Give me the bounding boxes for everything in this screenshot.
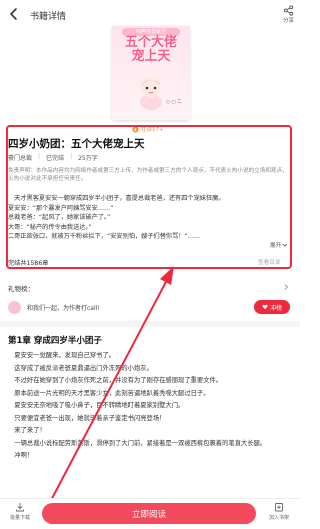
- synopsis-line: 二哥正欲张口，就被万千粉丝拦下，“安安别怕，嫂子们替你骂！”……: [8, 233, 201, 240]
- gift-ranking-label[interactable]: 礼物榜：: [8, 283, 34, 293]
- share-icon: [283, 5, 294, 16]
- synopsis-line: 总裁老爸：“起风了，她家该破产了。”: [8, 214, 111, 221]
- book-meta: 豪门总裁 | 已完结 | 25万字: [8, 153, 98, 162]
- synopsis-line: 大哥：“秘产的传令由我送达。”: [8, 223, 92, 231]
- rank-boost-button[interactable]: 冲榜: [254, 300, 290, 314]
- book-synopsis[interactable]: 天才黑客夏安安一朝穿成四岁半小团子，喜提总裁老爸，还有四个宠妹狂魔。 夏安安：“…: [8, 194, 292, 242]
- chapter-paragraph: 夏安安无奈地吸了吸小鼻子，目不转睛地盯着夏家别墅大门。: [8, 402, 185, 409]
- view-toc-link[interactable]: 查看目录: [258, 258, 280, 266]
- book-cover[interactable]: 叫声你去就捏 五个大佬 宠上天 ○ ▢ 二: [112, 26, 190, 120]
- cover-title-line2: 宠上天: [131, 49, 171, 64]
- chapter-paragraph: 原本前途一片光明的天才黑客少女，此刻苦逼地趴着秃噬大腿过日子。: [8, 389, 210, 397]
- expand-button[interactable]: 展开: [270, 241, 288, 249]
- bookshelf-icon: [275, 503, 283, 512]
- book-word-count: 25万字: [78, 155, 98, 162]
- share-button[interactable]: 分享: [283, 5, 294, 24]
- rank-boost-label: 冲榜: [269, 304, 282, 312]
- fan-call-text: 和我们一起，为作者打call!: [27, 304, 100, 312]
- book-status: 已完结: [46, 155, 65, 162]
- meta-separator: |: [70, 153, 73, 160]
- cover-girl-illustration: [140, 77, 162, 110]
- avatar: [8, 300, 21, 314]
- heart-icon: [262, 304, 268, 310]
- chapter-preview: 夏安安一觉醒来，发现自己穿书了。 这穿成了被反派老爸夏鼎逼出门外冻死的小炮灰。 …: [8, 350, 292, 463]
- cover-title-line1: 五个大佬: [124, 35, 177, 50]
- chapter-paragraph: 不过好在她穿到了小炮灰作死之前，并没有为了刚存在感丽现了重要文件。: [8, 377, 223, 384]
- disclaimer: 免责声明：本作品内容均为网络作者或第三方上传，为作者或第三方的个人观点，不代表火…: [8, 168, 288, 182]
- synopsis-line: 夏安安：“那个暴发户阿姨骂安安……”: [8, 204, 114, 212]
- page-title: 书籍详情: [30, 12, 67, 22]
- chapter-paragraph: 只要便宜老爸一出现，她就毕着亲子鉴定书闪亮登场！: [8, 414, 166, 422]
- share-label: 分享: [282, 18, 294, 24]
- reading-count: 在读17+: [132, 125, 164, 133]
- batch-download-label: 批量下载: [9, 515, 30, 521]
- batch-download-button[interactable]: 批量下载: [8, 502, 32, 521]
- chapter-title: 第1章 穿成四岁半小团子: [8, 336, 102, 346]
- download-icon: [16, 503, 24, 512]
- synopsis-line: 天才黑客夏安安一朝穿成四岁半小团子，喜提总裁老爸，还有四个宠妹狂魔。: [8, 195, 225, 202]
- add-to-shelf-button[interactable]: 加入书架: [264, 502, 294, 521]
- chapter-paragraph: 冲啊！: [8, 452, 34, 459]
- meta-separator: |: [38, 153, 41, 160]
- add-to-shelf-label: 加入书架: [268, 515, 289, 521]
- chapter-paragraph: 夏安安一觉醒来，发现自己穿书了。: [8, 352, 116, 359]
- cover-title: 五个大佬 宠上天: [112, 36, 190, 64]
- expand-label: 展开: [270, 243, 282, 249]
- read-now-button[interactable]: 立即阅读: [42, 503, 256, 524]
- chapter-paragraph: 这穿成了被反派老爸夏鼎逼出门外冻死的小炮灰。: [8, 364, 153, 372]
- chapter-count: 完结共1586章: [8, 260, 49, 267]
- cover-author-mark: ○ ▢ 二: [166, 100, 182, 105]
- book-title: 四岁小奶团：五个大佬宠上天: [8, 138, 145, 150]
- chapter-paragraph: 来了来了！: [8, 427, 46, 434]
- back-icon[interactable]: [6, 6, 22, 22]
- fire-icon: [132, 125, 139, 133]
- chapter-paragraph: 一辆总裁小说标配劳斯莱斯，滑停到了大门前，紧接着是一双被西裤包裹着的笔直大长腿。: [8, 439, 267, 447]
- fan-row: 和我们一起，为作者打call! 冲榜: [6, 297, 294, 317]
- reading-count-text: 在读17+: [141, 127, 164, 133]
- chevron-down-icon: [282, 243, 288, 247]
- bottom-bar: 批量下载 立即阅读 加入书架: [0, 498, 300, 529]
- book-genre[interactable]: 豪门总裁: [8, 153, 32, 162]
- chevron-right-icon[interactable]: [282, 283, 290, 291]
- section-divider: [0, 321, 300, 327]
